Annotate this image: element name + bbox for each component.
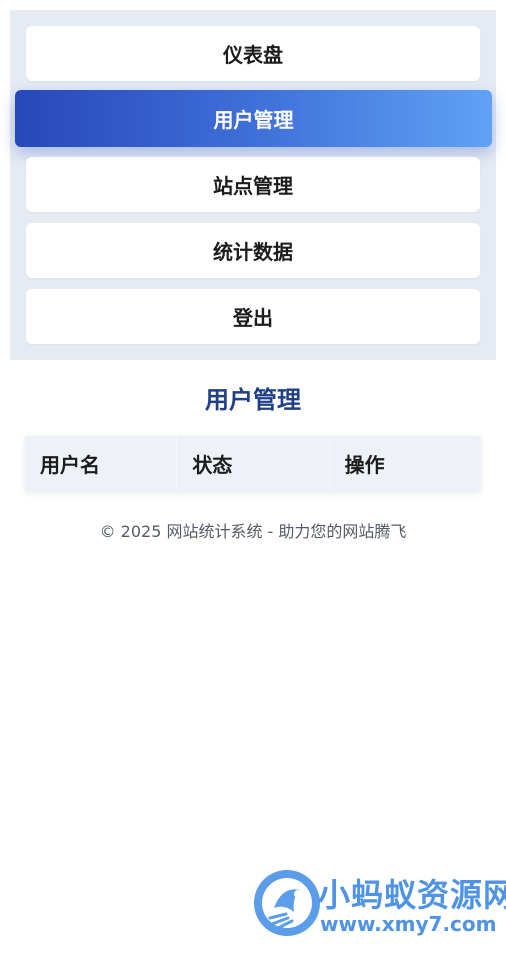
nav-item-dashboard[interactable]: 仪表盘: [26, 26, 480, 81]
column-header-actions: 操作: [344, 453, 385, 477]
watermark-url: www.xmy7.com: [320, 912, 497, 936]
nav-item-statistics[interactable]: 统计数据: [26, 223, 480, 278]
nav-item-site-management[interactable]: 站点管理: [26, 157, 480, 212]
page-title: 用户管理: [205, 386, 301, 414]
nav-item-user-management[interactable]: 用户管理: [15, 90, 492, 147]
column-header-status: 状态: [177, 436, 330, 491]
footer-copyright: © 2025 网站统计系统 - 助力您的网站腾飞: [99, 522, 407, 541]
sidebar-nav: 仪表盘 用户管理 站点管理 统计数据 登出: [10, 10, 496, 360]
watermark-title: 小蚂蚁资源网: [318, 876, 506, 914]
users-table-header: 用户名 状态 操作: [25, 436, 481, 491]
watermark: 小蚂蚁资源网 www.xmy7.com: [252, 868, 506, 942]
nav-item-logout[interactable]: 登出: [26, 289, 480, 344]
column-header-username: 用户名: [25, 436, 178, 491]
ant-logo-icon: [254, 870, 320, 936]
